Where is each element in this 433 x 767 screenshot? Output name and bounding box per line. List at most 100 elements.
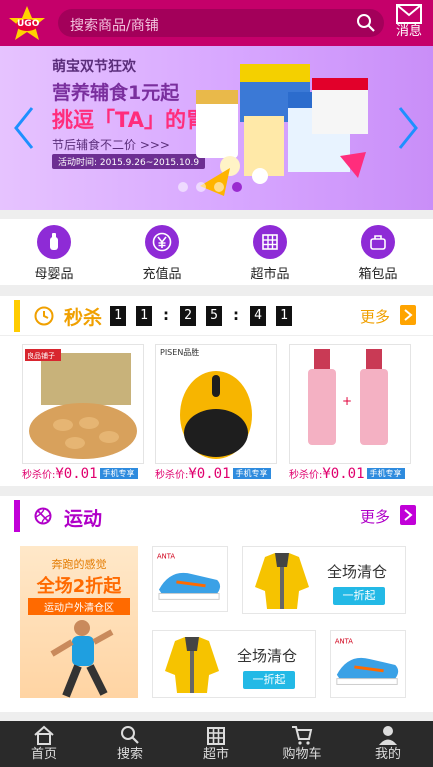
pagination-dot[interactable] [178, 182, 188, 192]
category-label: 充值品 [142, 267, 182, 282]
message-button[interactable]: 消息 [390, 4, 428, 44]
sports-header: 运动 更多 [0, 496, 433, 538]
banner-pagination [178, 182, 268, 194]
chevron-right-icon[interactable] [400, 305, 416, 325]
envelope-icon [396, 4, 422, 24]
home-icon [34, 725, 54, 745]
clearance-text: 全场清仓 [327, 563, 388, 581]
jacket-clearance-tile-2[interactable]: 全场清仓 一折起 [152, 630, 316, 698]
product-card-cosmetics[interactable]: + [289, 344, 411, 464]
mobile-only-badge: 手机专享 [99, 468, 138, 479]
flash-sale-header: 秒杀 1 1 : 2 5 : 4 1 更多 [0, 296, 433, 336]
countdown-digit: 1 [276, 306, 292, 326]
user-icon [379, 726, 397, 745]
flash-sale-section: 秒杀 1 1 : 2 5 : 4 1 更多 良品铺子 PISEN品胜 + 秒杀价… [0, 296, 433, 486]
store-icon [253, 225, 287, 259]
promo-line1: 奔跑的感觉 [51, 558, 107, 571]
banner-line3: 挑逗「TA」的胃 [52, 108, 207, 132]
flash-sale-title: 秒杀 [64, 307, 103, 329]
countdown-digit: 5 [206, 306, 222, 326]
price-row: 秒杀价:¥0.01 手机专享 [289, 466, 405, 482]
discount-button[interactable]: 一折起 [333, 587, 385, 605]
bag-icon [361, 225, 395, 259]
category-supermarket[interactable]: 超市品 [230, 225, 310, 283]
price-row: 秒杀价:¥0.01 手机专享 [155, 466, 271, 482]
store-icon [207, 727, 225, 745]
svg-text:ANTA: ANTA [157, 553, 175, 561]
cosmetics-product-image: + [290, 345, 410, 463]
countdown-colon: : [163, 306, 169, 324]
svg-text:PISEN品胜: PISEN品胜 [160, 347, 199, 357]
chevron-left-icon[interactable] [12, 104, 36, 152]
category-label: 超市品 [250, 267, 290, 282]
banner-line4: 节后辅食不二价 >>> [52, 138, 170, 152]
flash-sale-more-link[interactable]: 更多 [360, 306, 390, 327]
countdown-colon: : [233, 306, 239, 324]
svg-text:ANTA: ANTA [335, 638, 353, 646]
countdown-digit: 1 [136, 306, 152, 326]
search-icon [121, 726, 139, 744]
category-label: 母婴品 [34, 267, 74, 282]
pagination-dot[interactable] [196, 182, 206, 192]
price-label: 秒杀价: [22, 470, 56, 481]
category-recharge[interactable]: 充值品 [122, 225, 202, 283]
countdown-digit: 2 [180, 306, 196, 326]
promo-banner[interactable]: 萌宝双节狂欢 营养辅食1元起 挑逗「TA」的胃 节后辅食不二价 >>> 活动时间… [0, 46, 433, 210]
jacket-image [255, 553, 309, 609]
category-row: 母婴品 充值品 超市品 箱包品 [0, 219, 433, 285]
search-icon[interactable] [356, 13, 376, 33]
mobile-only-badge: 手机专享 [232, 468, 271, 479]
countdown-digit: 1 [110, 306, 126, 326]
pagination-dot-active[interactable] [232, 182, 242, 192]
app-page: UGO 搜索商品/商铺 消息 萌宝双节狂欢 营养辅食1元起 挑逗「TA」的胃 节… [0, 0, 433, 767]
banner-products-image [196, 64, 368, 196]
tab-me[interactable]: 我的 [358, 724, 418, 766]
mobile-only-badge: 手机专享 [366, 468, 405, 479]
shoe-tile[interactable]: ANTA [152, 546, 228, 612]
promo-line2: 全场2折起 [36, 576, 122, 597]
product-card-nuts[interactable]: 良品铺子 [22, 344, 144, 464]
tab-label: 搜索 [116, 747, 143, 762]
category-bags[interactable]: 箱包品 [338, 225, 418, 283]
price-row: 秒杀价:¥0.01 手机专享 [22, 466, 138, 482]
price-label: 秒杀价: [155, 470, 189, 481]
nuts-product-image: 良品铺子 [23, 345, 143, 463]
price-value: ¥0.01 [55, 466, 98, 482]
baby-bottle-icon [37, 225, 71, 259]
section-accent-bar [14, 300, 20, 332]
jacket-image [165, 637, 219, 693]
svg-text:+: + [342, 394, 352, 408]
shoe-tile-2[interactable]: ANTA [330, 630, 406, 698]
shoe-image: ANTA [335, 638, 399, 685]
tab-label: 超市 [202, 747, 229, 762]
chevron-right-icon[interactable] [396, 104, 420, 152]
ugo-logo[interactable]: UGO [8, 5, 46, 43]
price-value: ¥0.01 [322, 466, 365, 482]
tab-home[interactable]: 首页 [14, 724, 74, 766]
sports-title: 运动 [64, 508, 103, 530]
tab-label: 首页 [30, 747, 57, 762]
tab-search[interactable]: 搜索 [100, 724, 160, 766]
jacket-clearance-tile[interactable]: 全场清仓 一折起 [242, 546, 406, 614]
banner-line2: 营养辅食1元起 [52, 82, 180, 104]
search-bar[interactable]: 搜索商品/商铺 [58, 9, 384, 37]
sports-more-link[interactable]: 更多 [360, 506, 390, 527]
countdown-digit: 4 [250, 306, 266, 326]
section-accent-bar [14, 500, 20, 532]
category-baby[interactable]: 母婴品 [14, 225, 94, 283]
banner-line1: 萌宝双节狂欢 [52, 59, 136, 75]
banner-line5: 活动时间: 2015.9.26~2015.10.9 [52, 154, 206, 169]
sports-promo-card[interactable]: 奔跑的感觉 全场2折起 运动户外清仓区 [20, 546, 138, 698]
tab-cart[interactable]: 购物车 [272, 724, 332, 766]
pagination-dot[interactable] [214, 182, 224, 192]
chevron-right-icon[interactable] [400, 505, 416, 525]
promo-line3: 运动户外清仓区 [28, 598, 130, 615]
svg-text:良品铺子: 良品铺子 [27, 351, 55, 360]
tab-supermarket[interactable]: 超市 [186, 724, 246, 766]
price-value: ¥0.01 [188, 466, 231, 482]
bottom-tab-bar: 首页 搜索 超市 购物车 我的 [0, 721, 433, 767]
product-card-mouse[interactable]: PISEN品胜 [155, 344, 277, 464]
discount-button[interactable]: 一折起 [243, 671, 295, 689]
clearance-text: 全场清仓 [237, 647, 298, 665]
search-placeholder: 搜索商品/商铺 [70, 18, 159, 34]
